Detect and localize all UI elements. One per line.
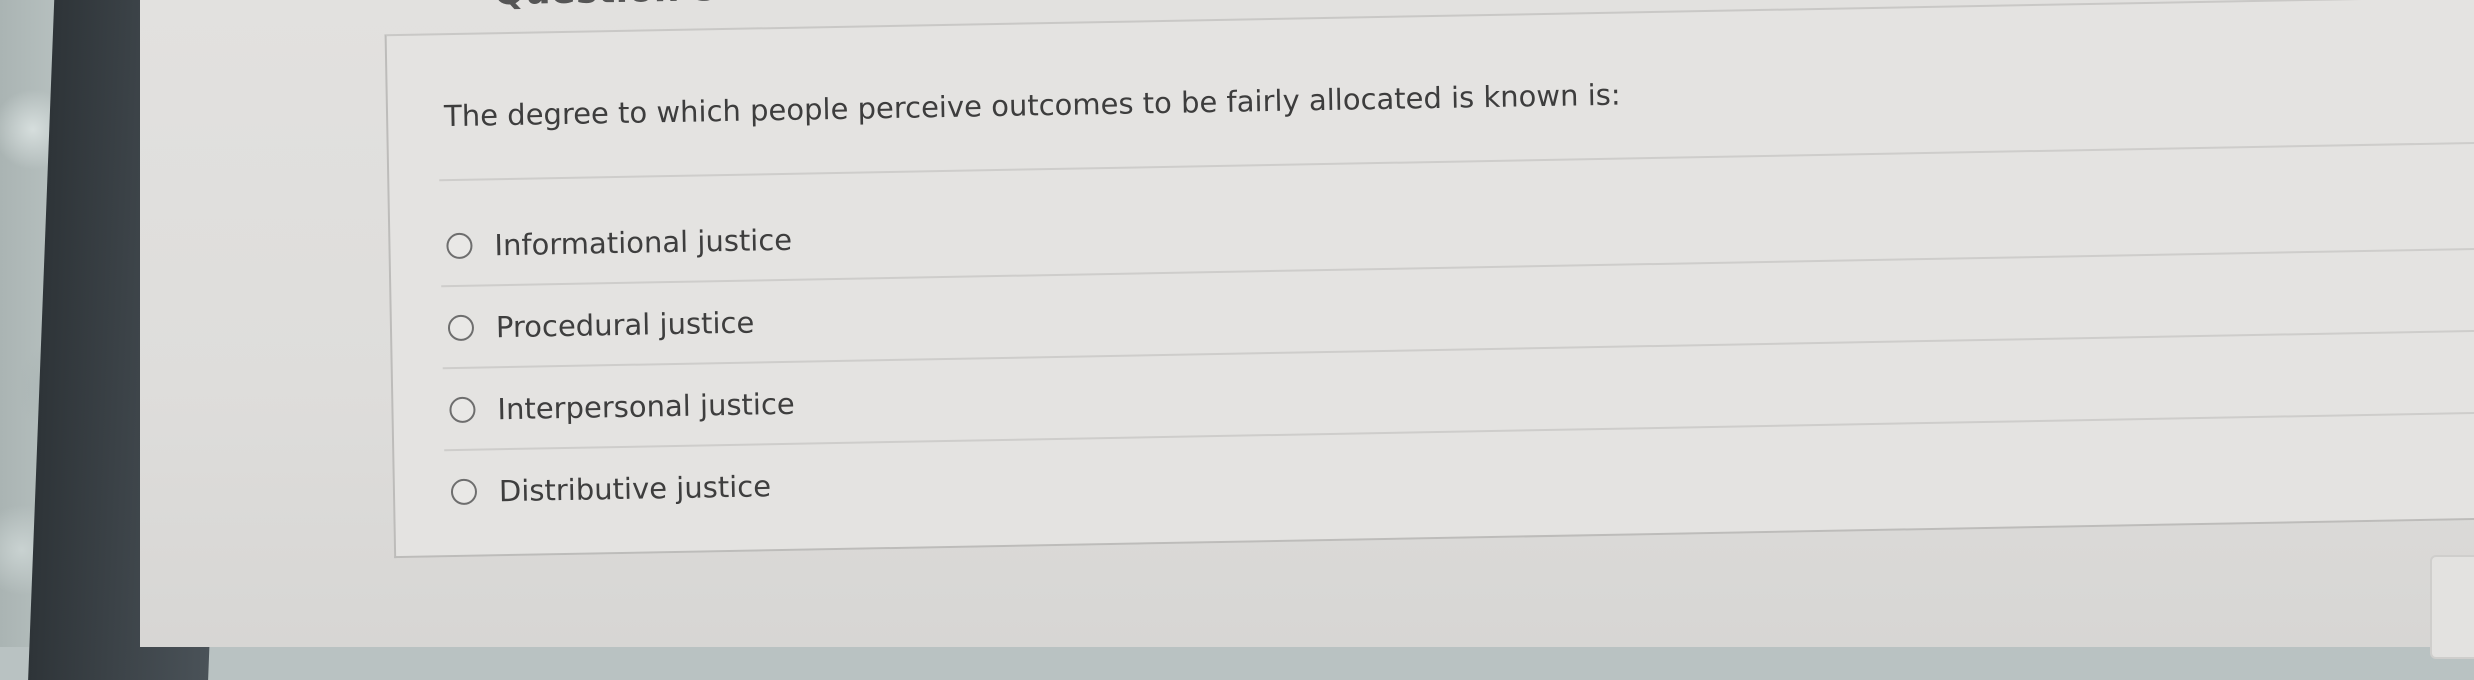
radio-button-icon[interactable] — [447, 314, 475, 342]
answer-option-label: Distributive justice — [498, 469, 772, 509]
answer-option-informational[interactable]: Informational justice — [446, 223, 792, 263]
radio-button-icon[interactable] — [446, 232, 473, 260]
quiz-page: Question 5 The degree to which people pe… — [134, 0, 2474, 652]
radio-button-icon[interactable] — [450, 478, 478, 506]
browser-viewport: Question 5 The degree to which people pe… — [140, 0, 2474, 647]
answer-option-procedural[interactable]: Procedural justice — [447, 305, 755, 346]
answer-option-label: Interpersonal justice — [497, 386, 796, 427]
answer-option-label: Informational justice — [494, 222, 793, 263]
adjacent-panel-edge — [2430, 555, 2474, 659]
question-card: The degree to which people perceive outc… — [384, 0, 2474, 559]
radio-button-icon[interactable] — [449, 396, 476, 424]
question-heading: Question 5 — [493, 0, 718, 13]
answer-option-interpersonal[interactable]: Interpersonal justice — [449, 387, 795, 427]
question-prompt: The degree to which people perceive outc… — [443, 77, 1621, 134]
answer-option-label: Procedural justice — [495, 305, 755, 345]
divider — [439, 140, 2474, 182]
answer-option-distributive[interactable]: Distributive justice — [450, 469, 772, 509]
